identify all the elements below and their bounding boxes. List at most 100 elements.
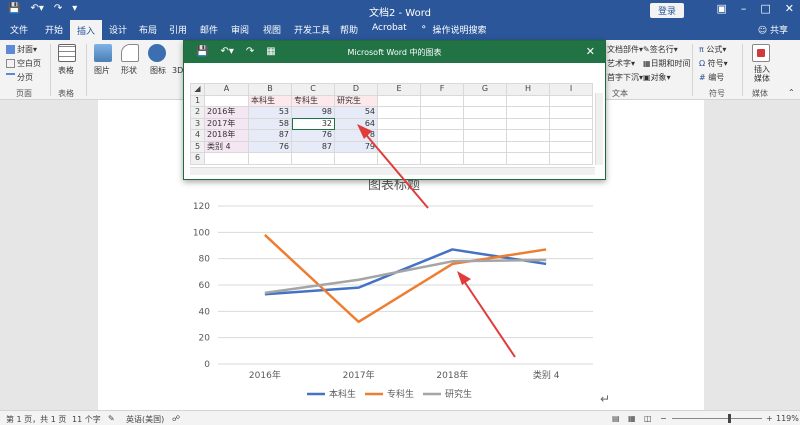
tab-file[interactable]: 文件 xyxy=(10,23,28,36)
cell[interactable] xyxy=(420,106,464,119)
language-indicator[interactable]: 英语(美国) xyxy=(126,414,164,425)
ribbon-display-icon[interactable]: ▣ xyxy=(716,2,726,15)
object-button[interactable]: ▣对象▾ xyxy=(643,72,671,83)
chart-legend[interactable]: 本科生 专科生 研究生 xyxy=(307,388,472,400)
cell[interactable] xyxy=(420,129,464,142)
zoom-in-icon[interactable]: + xyxy=(766,414,773,423)
tab-references[interactable]: 引用 xyxy=(169,23,187,36)
cell[interactable] xyxy=(549,140,593,153)
tab-help[interactable]: 帮助 xyxy=(340,23,358,36)
equation-button[interactable]: π 公式▾ xyxy=(699,44,726,55)
cell[interactable] xyxy=(377,152,421,165)
series-line[interactable] xyxy=(264,234,547,324)
cell[interactable]: 类别 4 xyxy=(204,140,249,153)
cell[interactable] xyxy=(377,129,421,142)
icons-icon[interactable] xyxy=(148,44,166,62)
cell[interactable] xyxy=(463,152,507,165)
zoom-slider-track[interactable] xyxy=(672,418,762,419)
zoom-level[interactable]: 119% xyxy=(776,414,799,423)
accessibility-icon[interactable]: ☍ xyxy=(172,414,180,423)
page-count[interactable]: 第 1 页，共 1 页 xyxy=(6,414,66,425)
drop-cap-button[interactable]: 首字下沉▾ xyxy=(607,72,643,83)
read-mode-icon[interactable]: ▤ xyxy=(612,414,620,423)
row-header[interactable]: 2 xyxy=(190,106,205,119)
cell[interactable]: 53 xyxy=(248,106,292,119)
print-layout-icon[interactable]: ▦ xyxy=(628,414,636,423)
tab-review[interactable]: 审阅 xyxy=(231,23,249,36)
vertical-scrollbar[interactable] xyxy=(595,93,603,165)
minimize-icon[interactable]: – xyxy=(741,2,747,15)
tab-mailings[interactable]: 邮件 xyxy=(200,23,218,36)
collapse-ribbon-icon[interactable]: ⌃ xyxy=(788,88,795,97)
shapes-icon[interactable] xyxy=(121,44,139,62)
cell[interactable] xyxy=(377,140,421,153)
cell[interactable] xyxy=(420,94,464,107)
maximize-icon[interactable]: □ xyxy=(760,2,770,15)
symbol-button[interactable]: Ω 符号▾ xyxy=(699,58,728,69)
cell[interactable] xyxy=(420,117,464,130)
spreadsheet-grid[interactable]: ◢ A B C D E F G H I 1 本科生 专科生 研究生 2 2016… xyxy=(190,83,593,165)
tab-view[interactable]: 视图 xyxy=(263,23,281,36)
cell[interactable]: 76 xyxy=(291,129,335,142)
shapes-button[interactable]: 形状 xyxy=(121,65,137,76)
cell[interactable]: 专科生 xyxy=(291,94,335,107)
cell[interactable] xyxy=(291,152,335,165)
line-chart[interactable]: 0 20 40 60 80 100 120 2016年 2017年 2018年 类别 4 图表标题… xyxy=(188,172,600,407)
insert-media-button[interactable]: 插入媒体 xyxy=(752,65,772,83)
select-all-corner[interactable]: ◢ xyxy=(190,83,205,96)
column-header[interactable]: E xyxy=(377,83,421,96)
cell[interactable] xyxy=(420,140,464,153)
tab-design[interactable]: 设计 xyxy=(109,23,127,36)
cell[interactable] xyxy=(204,94,249,107)
cell[interactable]: 87 xyxy=(248,129,292,142)
series-line[interactable] xyxy=(264,258,547,295)
word-count[interactable]: 11 个字 xyxy=(72,414,101,425)
blank-page-button[interactable]: 空白页 xyxy=(6,58,41,69)
cell[interactable]: 78 xyxy=(334,129,378,142)
cell[interactable]: 2018年 xyxy=(204,129,249,142)
cell[interactable]: 98 xyxy=(291,106,335,119)
cell[interactable] xyxy=(506,94,550,107)
cell[interactable] xyxy=(377,117,421,130)
cell[interactable] xyxy=(463,129,507,142)
tab-acrobat[interactable]: Acrobat xyxy=(372,23,407,33)
wordart-button[interactable]: 艺术字▾ xyxy=(607,58,635,69)
tab-home[interactable]: 开始 xyxy=(45,23,63,36)
tab-developer[interactable]: 开发工具 xyxy=(294,23,330,36)
row-header[interactable]: 5 xyxy=(190,140,205,153)
column-header[interactable]: G xyxy=(463,83,507,96)
row-header[interactable]: 1 xyxy=(190,94,205,107)
proofing-icon[interactable]: ✎ xyxy=(108,414,115,423)
chart-title[interactable]: 图表标题 xyxy=(368,178,420,193)
column-header[interactable]: A xyxy=(204,83,249,96)
cell[interactable] xyxy=(334,152,378,165)
page-break-button[interactable]: 分页 xyxy=(6,72,33,83)
cell[interactable] xyxy=(506,106,550,119)
cell[interactable] xyxy=(377,106,421,119)
cell[interactable] xyxy=(506,129,550,142)
active-cell[interactable]: 32 xyxy=(291,117,335,130)
quick-parts-button[interactable]: 文档部件▾ xyxy=(607,44,643,55)
cover-page-button[interactable]: 封面▾ xyxy=(6,44,37,55)
table-button[interactable]: 表格 xyxy=(58,65,74,76)
cell[interactable] xyxy=(549,129,593,142)
horizontal-scrollbar[interactable] xyxy=(190,167,595,175)
cell[interactable]: 79 xyxy=(334,140,378,153)
column-header[interactable]: D xyxy=(334,83,378,96)
date-time-button[interactable]: ▦日期和时间 xyxy=(643,58,691,69)
cell[interactable] xyxy=(549,94,593,107)
cell[interactable] xyxy=(549,117,593,130)
web-layout-icon[interactable]: ◫ xyxy=(644,414,652,423)
cell[interactable]: 研究生 xyxy=(334,94,378,107)
column-header[interactable]: I xyxy=(549,83,593,96)
column-header[interactable]: B xyxy=(248,83,292,96)
cell[interactable]: 64 xyxy=(334,117,378,130)
cell[interactable]: 54 xyxy=(334,106,378,119)
login-button[interactable]: 登录 xyxy=(650,3,685,18)
number-button[interactable]: # 编号 xyxy=(699,72,724,83)
cell[interactable] xyxy=(463,106,507,119)
cell[interactable]: 58 xyxy=(248,117,292,130)
table-icon[interactable] xyxy=(58,44,76,62)
column-header[interactable]: F xyxy=(420,83,464,96)
cell[interactable] xyxy=(549,152,593,165)
